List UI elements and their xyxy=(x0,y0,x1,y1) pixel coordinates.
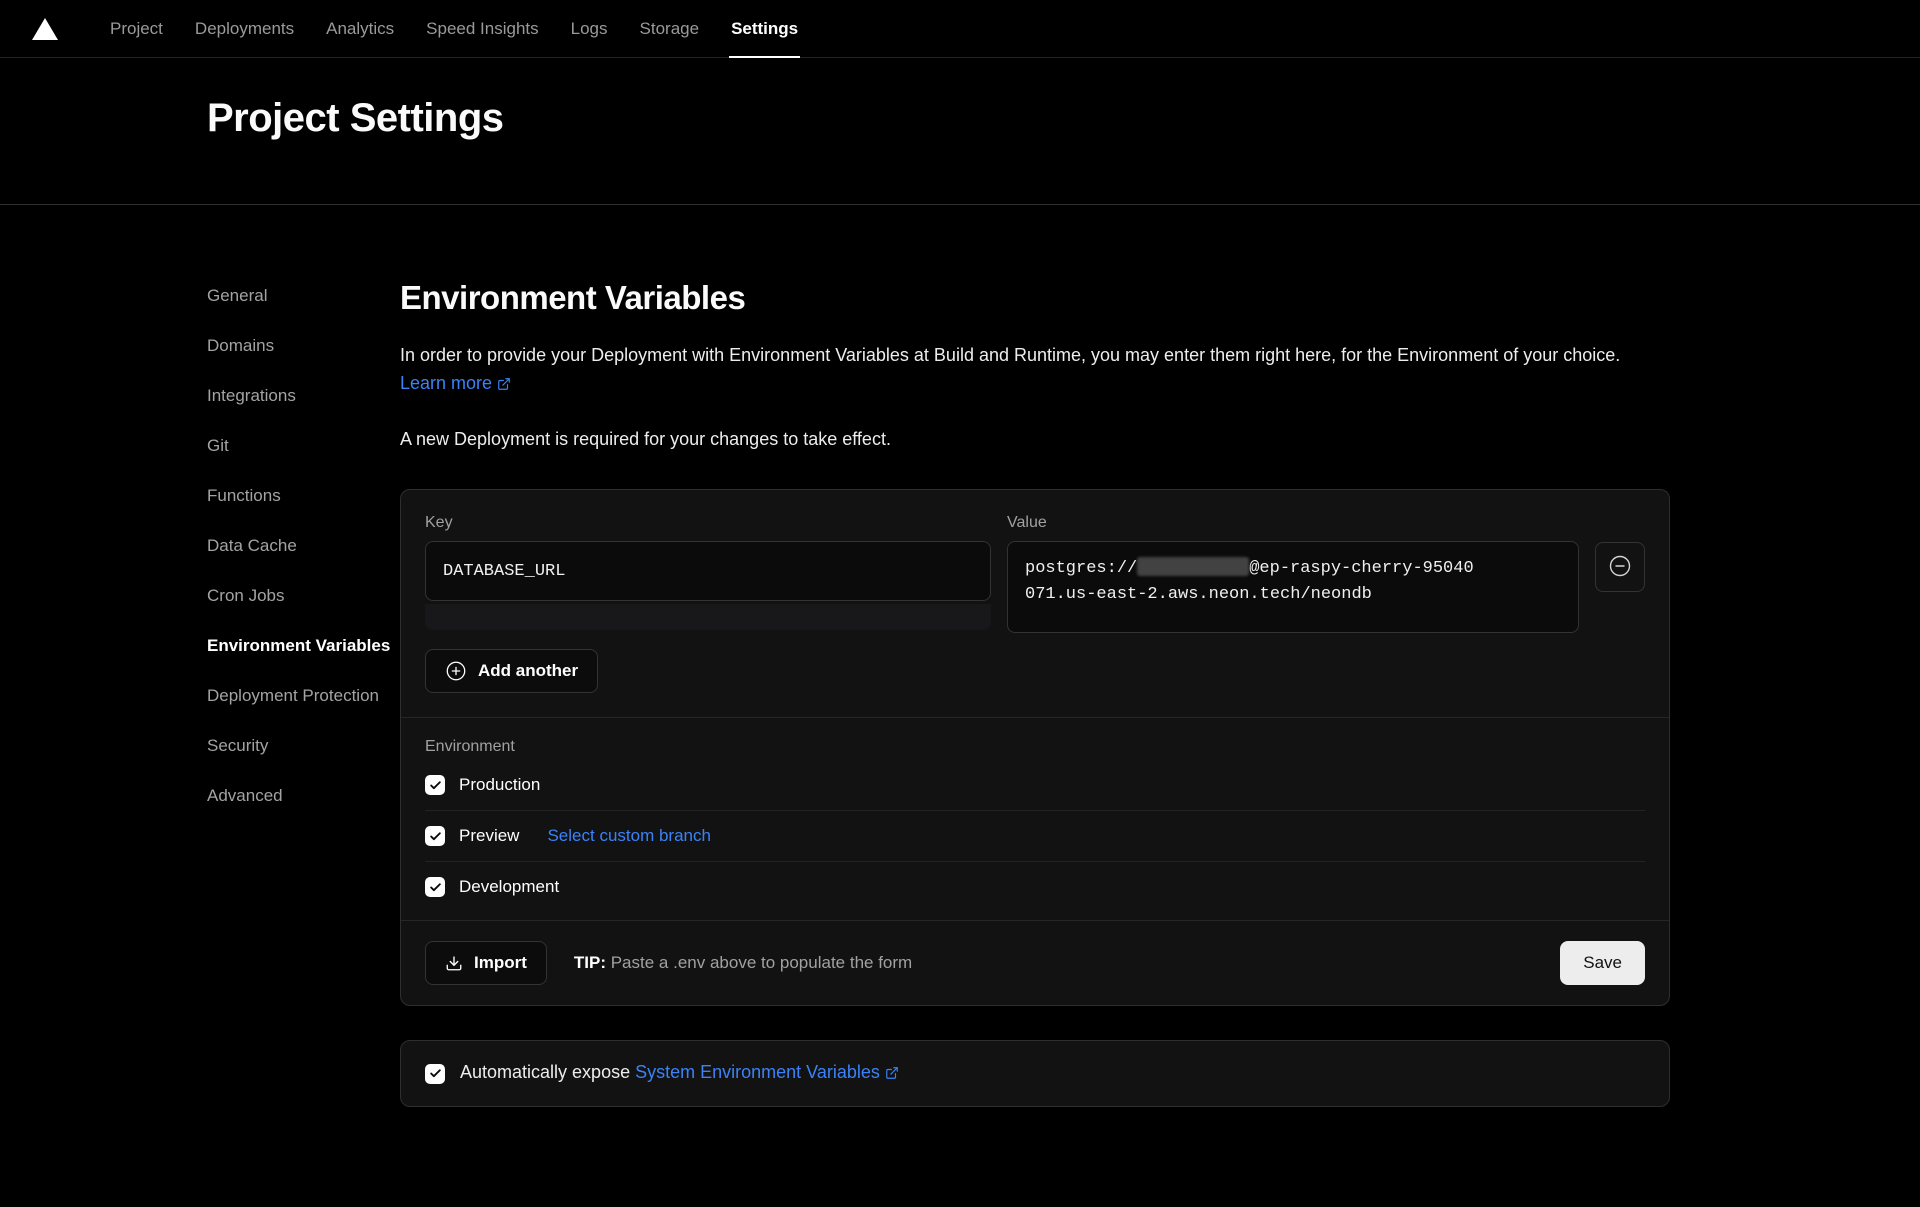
value-label: Value xyxy=(1007,514,1579,532)
production-label: Production xyxy=(459,775,540,795)
environment-label: Environment xyxy=(425,738,1645,756)
nav-tab-speed-insights[interactable]: Speed Insights xyxy=(410,0,554,58)
preview-label: Preview xyxy=(459,826,519,846)
env-row-preview: Preview Select custom branch xyxy=(425,811,1645,862)
value-line2: 071.us-east-2.aws.neon.tech/neondb xyxy=(1025,585,1372,604)
auto-expose-text: Automatically expose System Environment … xyxy=(460,1062,899,1085)
redacted-credentials xyxy=(1137,557,1249,576)
nav-tab-project[interactable]: Project xyxy=(94,0,179,58)
card-footer: Import TIP: Paste a .env above to popula… xyxy=(401,920,1669,1005)
key-input-next-row[interactable] xyxy=(425,604,991,630)
nav-tab-storage[interactable]: Storage xyxy=(624,0,716,58)
page-title: Project Settings xyxy=(207,94,1920,142)
sidebar-item-cron-jobs[interactable]: Cron Jobs xyxy=(207,585,400,607)
top-navigation: Project Deployments Analytics Speed Insi… xyxy=(0,0,1920,58)
sidebar-item-git[interactable]: Git xyxy=(207,435,400,457)
plus-circle-icon xyxy=(445,660,467,682)
section-description: In order to provide your Deployment with… xyxy=(400,341,1670,399)
environment-variables-panel: Environment Variables In order to provid… xyxy=(400,205,1670,1107)
value-prefix: postgres:// xyxy=(1025,559,1137,578)
preview-checkbox[interactable] xyxy=(425,826,445,846)
deployment-note: A new Deployment is required for your ch… xyxy=(400,425,1670,453)
nav-tab-settings[interactable]: Settings xyxy=(715,0,814,58)
page-header: Project Settings xyxy=(0,58,1920,205)
value-suffix: @ep-raspy-cherry-95040 xyxy=(1249,559,1473,578)
add-another-button[interactable]: Add another xyxy=(425,649,598,693)
sidebar-item-data-cache[interactable]: Data Cache xyxy=(207,535,400,557)
tip-text: TIP: Paste a .env above to populate the … xyxy=(574,953,912,973)
sidebar-item-general[interactable]: General xyxy=(207,285,400,307)
description-text: In order to provide your Deployment with… xyxy=(400,345,1620,365)
section-title: Environment Variables xyxy=(400,279,1670,317)
sidebar-item-environment-variables[interactable]: Environment Variables xyxy=(207,635,400,657)
sidebar-item-advanced[interactable]: Advanced xyxy=(207,785,400,807)
learn-more-link[interactable]: Learn more xyxy=(400,373,492,393)
auto-expose-label: Automatically expose xyxy=(460,1062,635,1082)
env-row-production: Production xyxy=(425,760,1645,811)
import-label: Import xyxy=(474,953,527,973)
auto-expose-checkbox[interactable] xyxy=(425,1064,445,1084)
value-column: Value postgres:// @ep-raspy-cherry-95040 … xyxy=(1007,514,1579,633)
key-input[interactable]: DATABASE_URL xyxy=(425,541,991,601)
sidebar-item-domains[interactable]: Domains xyxy=(207,335,400,357)
vercel-logo-icon[interactable] xyxy=(32,18,58,40)
tip-rest: Paste a .env above to populate the form xyxy=(606,953,912,972)
add-another-label: Add another xyxy=(478,661,578,681)
env-row-development: Development xyxy=(425,862,1645,912)
auto-expose-card: Automatically expose System Environment … xyxy=(400,1040,1670,1107)
nav-tab-deployments[interactable]: Deployments xyxy=(179,0,310,58)
key-value-section: Key DATABASE_URL Value postgres:// @ep-ra… xyxy=(401,490,1669,717)
tip-bold: TIP: xyxy=(574,953,606,972)
sidebar-item-integrations[interactable]: Integrations xyxy=(207,385,400,407)
nav-tab-logs[interactable]: Logs xyxy=(555,0,624,58)
key-value-row: Key DATABASE_URL Value postgres:// @ep-ra… xyxy=(425,514,1645,633)
sidebar-item-functions[interactable]: Functions xyxy=(207,485,400,507)
external-link-icon xyxy=(885,1064,899,1085)
development-checkbox[interactable] xyxy=(425,877,445,897)
production-checkbox[interactable] xyxy=(425,775,445,795)
download-icon xyxy=(445,954,463,972)
external-link-icon xyxy=(497,371,511,399)
minus-circle-icon xyxy=(1608,554,1632,581)
project-nav-tabs: Project Deployments Analytics Speed Insi… xyxy=(94,0,814,58)
development-label: Development xyxy=(459,877,559,897)
sidebar-item-security[interactable]: Security xyxy=(207,735,400,757)
save-button[interactable]: Save xyxy=(1560,941,1645,985)
nav-tab-analytics[interactable]: Analytics xyxy=(310,0,410,58)
environment-section: Environment Production Preview Select cu… xyxy=(401,718,1669,920)
sidebar-item-deployment-protection[interactable]: Deployment Protection xyxy=(207,685,400,707)
system-env-variables-link[interactable]: System Environment Variables xyxy=(635,1062,880,1082)
settings-sidebar: General Domains Integrations Git Functio… xyxy=(0,205,400,1107)
remove-column xyxy=(1595,514,1645,633)
key-label: Key xyxy=(425,514,991,532)
remove-row-button[interactable] xyxy=(1595,542,1645,592)
content-area: General Domains Integrations Git Functio… xyxy=(0,205,1920,1107)
value-input[interactable]: postgres:// @ep-raspy-cherry-95040 071.us… xyxy=(1007,541,1579,633)
key-column: Key DATABASE_URL xyxy=(425,514,991,633)
env-variables-card: Key DATABASE_URL Value postgres:// @ep-ra… xyxy=(400,489,1670,1006)
select-custom-branch-link[interactable]: Select custom branch xyxy=(547,826,710,846)
import-button[interactable]: Import xyxy=(425,941,547,985)
